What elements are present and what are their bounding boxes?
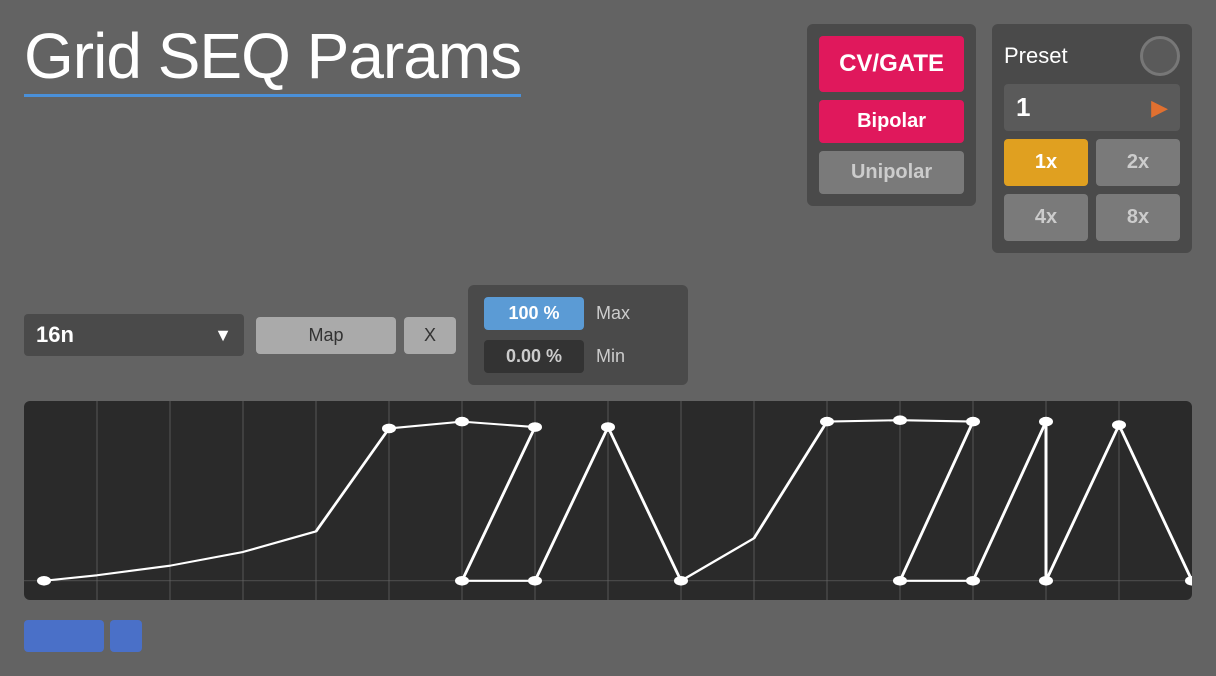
preset-panel: Preset 1 ▶ 1x 2x 4x 8x xyxy=(992,24,1192,253)
top-section: Grid SEQ Params CV/GATE Bipolar Unipolar… xyxy=(24,24,1192,253)
bottom-small-button[interactable] xyxy=(110,620,142,652)
min-label: Min xyxy=(596,346,625,367)
dropdown-arrow-icon: ▼ xyxy=(214,325,232,346)
max-row: 100 % Max xyxy=(484,297,672,330)
page-title: Grid SEQ Params xyxy=(24,24,521,88)
main-container: Grid SEQ Params CV/GATE Bipolar Unipolar… xyxy=(0,0,1216,676)
max-value[interactable]: 100 % xyxy=(484,297,584,330)
mult-4x-button[interactable]: 4x xyxy=(1004,194,1088,241)
mult-8x-button[interactable]: 8x xyxy=(1096,194,1180,241)
preset-number-row: 1 ▶ xyxy=(1004,84,1180,131)
map-button[interactable]: Map xyxy=(256,317,396,354)
mult-2x-button[interactable]: 2x xyxy=(1096,139,1180,186)
preset-value: 1 xyxy=(1016,92,1030,123)
cv-gate-button[interactable]: CV/GATE xyxy=(819,36,964,92)
max-label: Max xyxy=(596,303,630,324)
note-division-dropdown[interactable]: 16n ▼ xyxy=(24,314,244,356)
bottom-wide-button[interactable] xyxy=(24,620,104,652)
sequencer-graph[interactable] xyxy=(24,401,1192,600)
controls-row: 16n ▼ Map X 100 % Max 0.00 % Min xyxy=(24,285,1192,385)
preset-arrow-icon[interactable]: ▶ xyxy=(1151,95,1168,121)
seq-svg xyxy=(24,401,1192,600)
mult-1x-button[interactable]: 1x xyxy=(1004,139,1088,186)
mode-panel: CV/GATE Bipolar Unipolar xyxy=(807,24,976,206)
min-row: 0.00 % Min xyxy=(484,340,672,373)
map-x-container: Map X xyxy=(256,317,456,354)
bottom-buttons xyxy=(24,620,1192,652)
preset-label: Preset xyxy=(1004,43,1068,69)
range-controls: 100 % Max 0.00 % Min xyxy=(468,285,688,385)
x-button[interactable]: X xyxy=(404,317,456,354)
bipolar-button[interactable]: Bipolar xyxy=(819,100,964,143)
title-area: Grid SEQ Params xyxy=(24,24,521,97)
note-division-value: 16n xyxy=(36,322,206,348)
multiplier-grid: 1x 2x 4x 8x xyxy=(1004,139,1180,241)
title-underline xyxy=(24,94,521,97)
unipolar-button[interactable]: Unipolar xyxy=(819,151,964,194)
preset-knob[interactable] xyxy=(1140,36,1180,76)
preset-top-row: Preset xyxy=(1004,36,1180,76)
min-value[interactable]: 0.00 % xyxy=(484,340,584,373)
